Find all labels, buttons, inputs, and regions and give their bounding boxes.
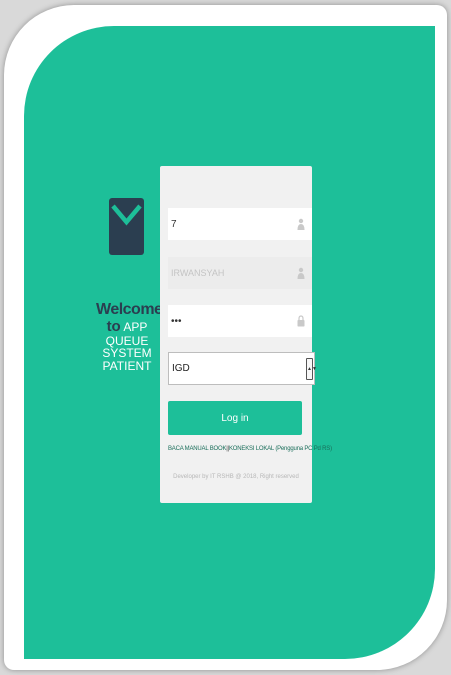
local-connection-link[interactable]: KONEKSI LOKAL (Pengguna PC Pd RS) — [229, 446, 332, 452]
password-input[interactable]: ••• — [168, 305, 312, 337]
password-value: ••• — [171, 315, 182, 327]
user-icon — [297, 267, 305, 279]
lock-icon — [297, 315, 305, 327]
unit-select-value: IGD — [172, 363, 190, 374]
welcome-patient: PATIENT — [102, 358, 152, 373]
welcome-text: Welcome to APP QUEUE SYSTEM PATIENT — [96, 301, 163, 373]
welcome-to: to — [106, 317, 121, 335]
unit-select[interactable]: IGD ▲▼ — [168, 352, 317, 385]
user-name-value: IRWANSYAH — [171, 268, 225, 278]
welcome-heading: Welcome — [96, 301, 163, 318]
app-logo-icon — [109, 198, 144, 255]
footer-credit: Developer by IT RSHB @ 2018, Right reser… — [173, 474, 299, 480]
welcome-system: SYSTEM — [102, 346, 152, 361]
user-id-value: 7 — [171, 218, 177, 230]
login-card: 7 IRWANSYAH ••• IGD ▲▼ Log in BACA MANUA… — [160, 166, 332, 503]
login-button[interactable]: Log in — [168, 401, 302, 435]
user-id-input[interactable]: 7 — [168, 208, 312, 240]
help-links: BACA MANUAL BOOK||KONEKSI LOKAL (Penggun… — [168, 446, 332, 452]
user-name-input: IRWANSYAH — [168, 257, 312, 289]
welcome-app: APP — [123, 319, 148, 334]
user-icon — [297, 218, 305, 230]
select-arrow-icon[interactable]: ▲▼ — [306, 358, 317, 380]
manual-book-link[interactable]: BACA MANUAL BOOK — [168, 446, 226, 452]
